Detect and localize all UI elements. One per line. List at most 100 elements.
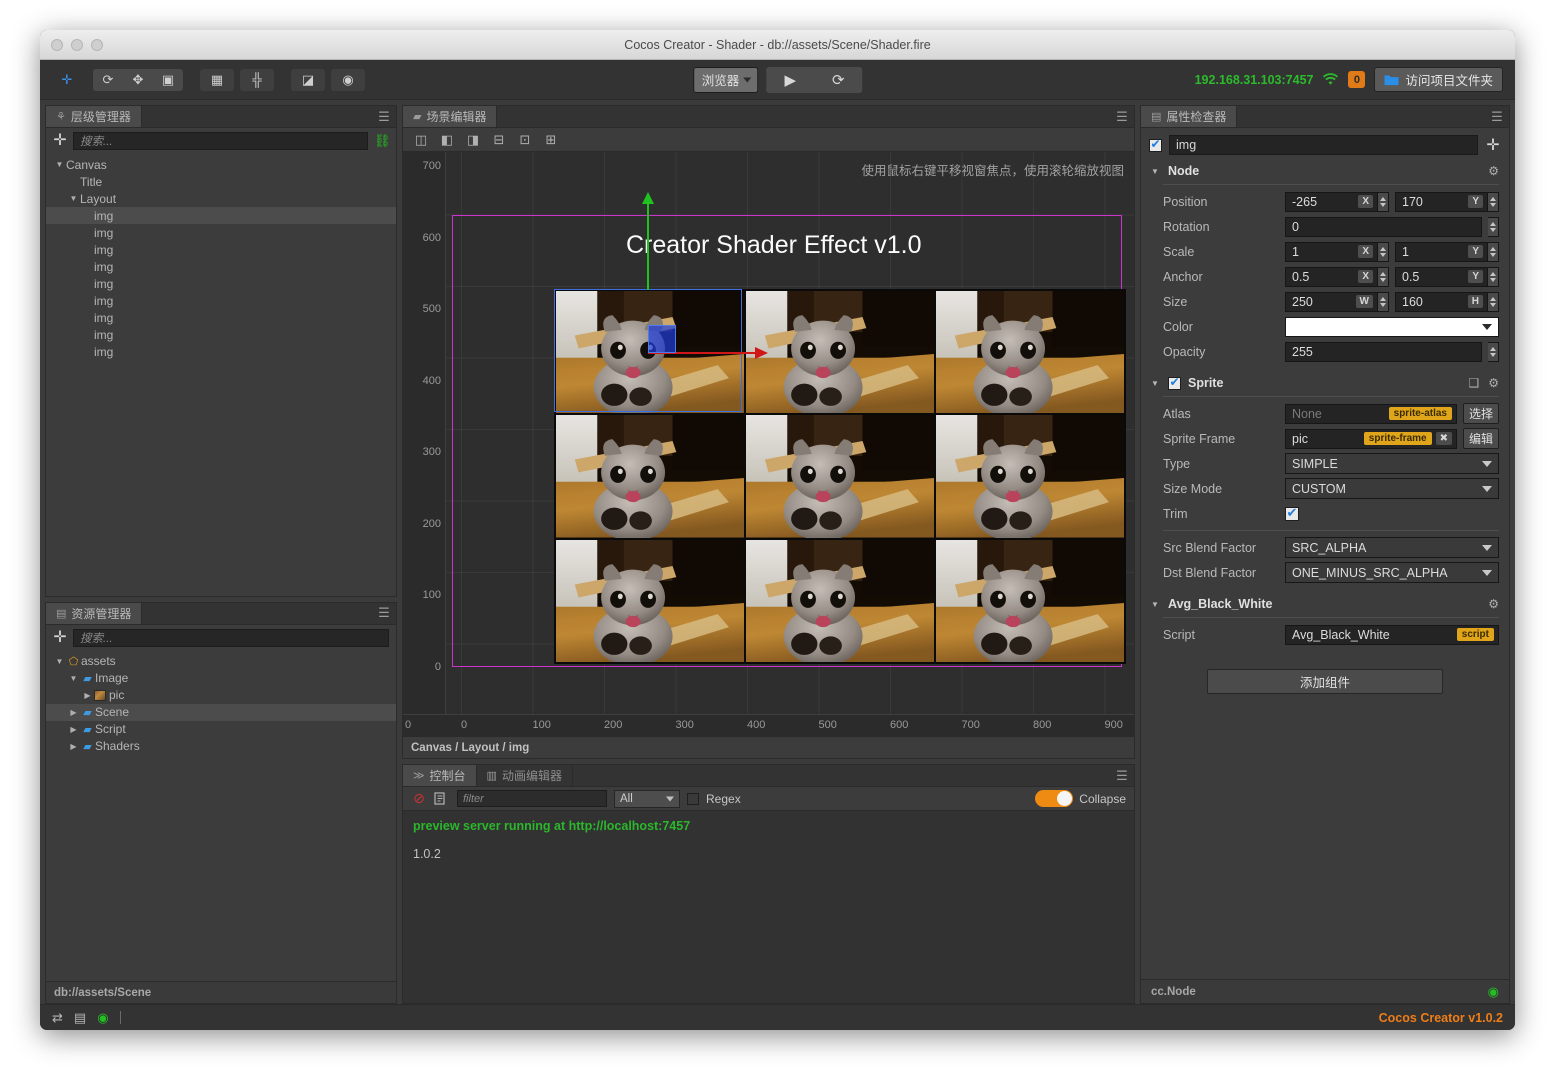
anchor-y-input[interactable]: 0.5 Y xyxy=(1395,266,1488,287)
hierarchy-node-img[interactable]: ▸img xyxy=(46,343,396,360)
sprite-frame-edit-button[interactable]: 编辑 xyxy=(1463,428,1499,449)
scene-viewport[interactable]: 使用鼠标右键平移视窗焦点，使用滚轮缩放视图 Creator Shader Eff… xyxy=(403,152,1134,736)
align-middle-v-icon[interactable]: ⊡ xyxy=(513,130,537,150)
tab-scene-editor[interactable]: ▰ 场景编辑器 xyxy=(403,106,498,127)
scale-tool-icon[interactable]: ✥ xyxy=(123,69,153,91)
hierarchy-node-img[interactable]: ▸img xyxy=(46,309,396,326)
disclosure-triangle-icon[interactable]: ▼ xyxy=(53,657,66,666)
move-tool-icon[interactable]: ✛ xyxy=(52,69,82,91)
tab-console[interactable]: ≫ 控制台 xyxy=(403,765,477,786)
rotation-input[interactable]: 0 xyxy=(1285,216,1482,237)
global-tool-icon[interactable]: ◉ xyxy=(331,68,365,91)
notification-badge[interactable]: 0 xyxy=(1348,71,1366,88)
size-height-input[interactable]: 160 H xyxy=(1395,291,1488,312)
tab-assets[interactable]: ▤ 资源管理器 xyxy=(46,602,143,624)
anchor-tool-icon[interactable]: ◪ xyxy=(291,68,325,91)
tab-inspector[interactable]: ▤ 属性检查器 xyxy=(1141,106,1238,127)
hierarchy-node-img[interactable]: ▸img xyxy=(46,241,396,258)
position-x-input[interactable]: -265 X xyxy=(1285,191,1378,212)
assets-menu-icon[interactable]: ☰ xyxy=(372,602,396,624)
size-width-stepper[interactable] xyxy=(1378,291,1389,312)
scale-x-input[interactable]: 1 X xyxy=(1285,241,1378,262)
hierarchy-node-img[interactable]: ▸img xyxy=(46,326,396,343)
hierarchy-node-title[interactable]: ▸Title xyxy=(46,173,396,190)
section-node-header[interactable]: ▼ Node ⚙ xyxy=(1141,158,1509,184)
clear-console-icon[interactable]: ⊘ xyxy=(411,790,427,807)
opacity-input[interactable]: 255 xyxy=(1285,341,1482,362)
sprite-node-img[interactable] xyxy=(936,539,1124,662)
console-menu-icon[interactable]: ☰ xyxy=(1110,765,1134,786)
scale-x-stepper[interactable] xyxy=(1378,241,1389,262)
size-height-stepper[interactable] xyxy=(1488,291,1499,312)
hierarchy-node-img[interactable]: ▸img xyxy=(46,292,396,309)
hierarchy-menu-icon[interactable]: ☰ xyxy=(372,106,396,127)
database-icon[interactable]: ▤ xyxy=(74,1010,86,1026)
rotate-tool-icon[interactable]: ⟳ xyxy=(93,69,123,91)
play-icon[interactable]: ▶ xyxy=(766,67,814,93)
collapse-toggle[interactable] xyxy=(1035,790,1074,807)
scale-y-stepper[interactable] xyxy=(1488,241,1499,262)
sprite-node-img[interactable] xyxy=(936,291,1124,414)
hierarchy-node-img[interactable]: ▸img xyxy=(46,224,396,241)
sprite-enabled-checkbox[interactable] xyxy=(1168,375,1181,390)
assets-search-input[interactable]: 搜索... xyxy=(73,628,389,647)
disclosure-triangle-icon[interactable]: ▼ xyxy=(53,160,66,169)
hierarchy-node-img[interactable]: ▸img xyxy=(46,275,396,292)
sprite-node-img[interactable] xyxy=(746,539,934,662)
trim-checkbox[interactable] xyxy=(1285,505,1299,521)
hierarchy-node-layout[interactable]: ▼ Layout xyxy=(46,190,396,207)
scale-y-input[interactable]: 1 Y xyxy=(1395,241,1488,262)
sprite-node-img[interactable] xyxy=(556,415,744,538)
scene-menu-icon[interactable]: ☰ xyxy=(1110,106,1134,127)
gizmo-xy-handle[interactable] xyxy=(648,325,676,353)
gizmo-y-axis-icon[interactable] xyxy=(642,192,654,290)
link-icon[interactable]: ⛓ xyxy=(374,133,391,149)
add-component-button[interactable]: 添加组件 xyxy=(1207,669,1443,694)
refresh-icon[interactable]: ⟳ xyxy=(814,67,862,93)
gear-icon[interactable]: ⚙ xyxy=(1488,376,1499,390)
hierarchy-node-canvas[interactable]: ▼ Canvas xyxy=(46,156,396,173)
console-filter-input[interactable]: filter xyxy=(457,790,607,807)
add-node-component-button[interactable]: ✛ xyxy=(1485,135,1501,155)
atlas-field[interactable]: None sprite-atlas xyxy=(1285,403,1457,424)
align-center-h-icon[interactable]: ◧ xyxy=(435,130,459,150)
distribute-tool-icon[interactable]: ╬ xyxy=(240,68,274,91)
atlas-select-button[interactable]: 选择 xyxy=(1463,403,1499,424)
disclosure-triangle-icon[interactable]: ▶ xyxy=(67,725,80,734)
dst-blend-select[interactable]: ONE_MINUS_SRC_ALPHA xyxy=(1285,562,1499,583)
sprite-node-img[interactable] xyxy=(936,415,1124,538)
node-name-input[interactable]: img xyxy=(1169,135,1478,155)
opacity-stepper[interactable] xyxy=(1488,341,1499,362)
hierarchy-node-img[interactable]: ▸img xyxy=(46,207,396,224)
add-asset-button[interactable]: ✛ xyxy=(53,629,67,646)
scene-grid[interactable]: 使用鼠标右键平移视窗焦点，使用滚轮缩放视图 Creator Shader Eff… xyxy=(446,152,1134,714)
position-y-input[interactable]: 170 Y xyxy=(1395,191,1488,212)
disclosure-triangle-icon[interactable]: ▶ xyxy=(81,691,94,700)
console-log-list[interactable]: preview server running at http://localho… xyxy=(403,811,1134,1003)
preview-target-select[interactable]: 浏览器 xyxy=(692,66,759,93)
position-y-stepper[interactable] xyxy=(1488,191,1499,212)
sprite-node-img[interactable] xyxy=(556,539,744,662)
align-tool-icon[interactable]: ▦ xyxy=(200,68,234,91)
eye-icon[interactable]: ◉ xyxy=(97,1010,108,1026)
node-enabled-checkbox[interactable] xyxy=(1149,137,1162,152)
scene-title-node[interactable]: Creator Shader Effect v1.0 xyxy=(626,231,922,260)
disclosure-triangle-icon[interactable]: ▶ xyxy=(67,742,80,751)
anchor-y-stepper[interactable] xyxy=(1488,266,1499,287)
tab-hierarchy[interactable]: ⚘ 层级管理器 xyxy=(46,106,142,127)
disclosure-triangle-icon[interactable]: ▶ xyxy=(67,708,80,717)
hierarchy-node-img[interactable]: ▸img xyxy=(46,258,396,275)
tab-animation-editor[interactable]: ▥ 动画编辑器 xyxy=(476,765,573,786)
clear-sprite-frame-icon[interactable]: ✖ xyxy=(1435,432,1452,445)
script-field[interactable]: Avg_Black_White script xyxy=(1285,624,1499,645)
gear-icon[interactable]: ⚙ xyxy=(1488,164,1499,178)
type-select[interactable]: SIMPLE xyxy=(1285,453,1499,474)
asset-node-shaders[interactable]: ▶ ▰ Shaders xyxy=(46,738,396,755)
rect-tool-icon[interactable]: ▣ xyxy=(153,69,183,91)
anchor-x-input[interactable]: 0.5 X xyxy=(1285,266,1378,287)
src-blend-select[interactable]: SRC_ALPHA xyxy=(1285,537,1499,558)
inspector-menu-icon[interactable]: ☰ xyxy=(1485,106,1509,127)
console-level-select[interactable]: All xyxy=(614,789,680,808)
asset-node-script[interactable]: ▶ ▰ Script xyxy=(46,721,396,738)
size-mode-select[interactable]: CUSTOM xyxy=(1285,478,1499,499)
